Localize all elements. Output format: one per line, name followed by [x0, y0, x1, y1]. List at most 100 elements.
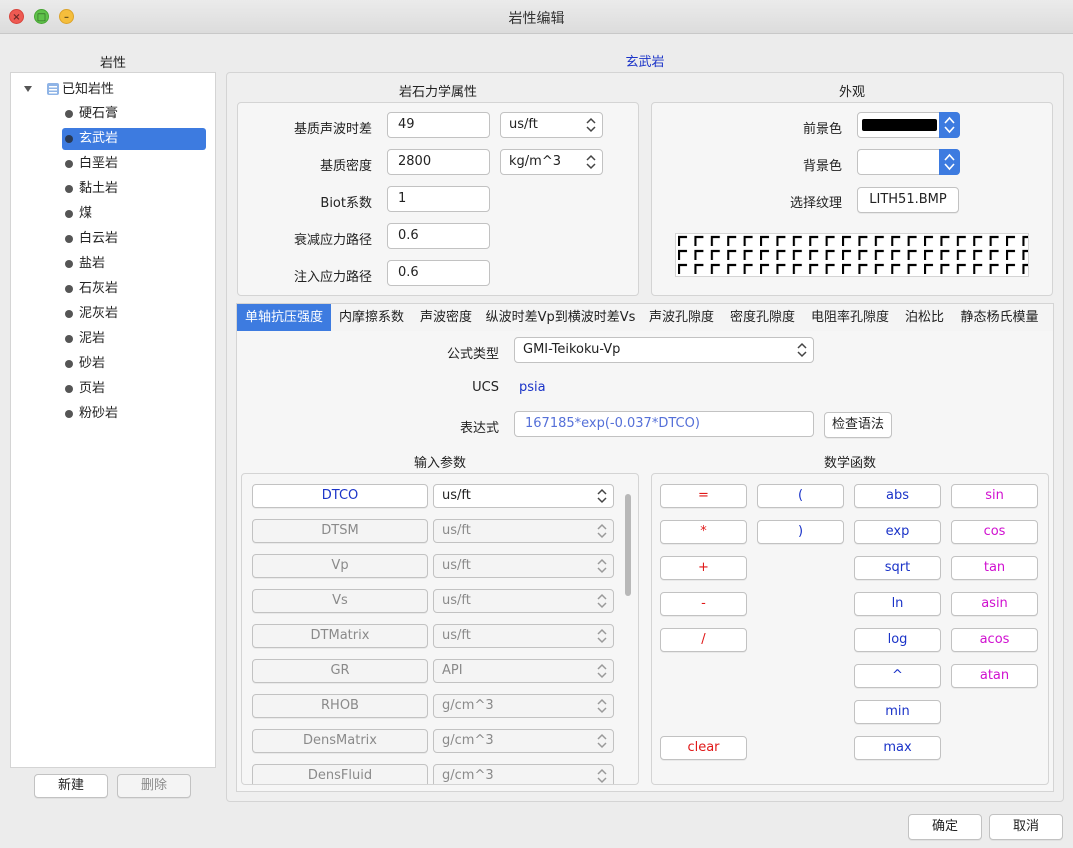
bullet-icon — [65, 235, 73, 243]
math-function-button[interactable]: exp — [854, 520, 941, 544]
tree-item[interactable]: 页岩 — [62, 378, 202, 400]
param-unit-select[interactable]: g/cm^3 — [433, 764, 614, 784]
math-function-button[interactable]: ^ — [854, 664, 941, 688]
math-function-button[interactable]: ( — [757, 484, 844, 508]
math-function-button[interactable]: ) — [757, 520, 844, 544]
tree-item[interactable]: 粉砂岩 — [62, 403, 202, 425]
param-name-button[interactable]: Vp — [252, 554, 428, 578]
formula-type-select[interactable]: GMI-Teikoku-Vp — [514, 337, 814, 363]
input-params-panel[interactable]: DTCO us/ft DTSM us/ft Vp us/ft Vs us/ft DTMatrix… — [241, 473, 639, 785]
math-function-button[interactable]: cos — [951, 520, 1038, 544]
foreground-color-picker[interactable] — [857, 112, 960, 138]
expression-input[interactable]: 167185*exp(-0.037*DTCO) — [514, 411, 814, 437]
tab[interactable]: 内摩擦系数 — [331, 304, 412, 331]
tree-expand-arrow-icon[interactable] — [23, 83, 33, 93]
param-name-button[interactable]: DTSM — [252, 519, 428, 543]
texture-select-button[interactable]: LITH51.BMP — [857, 187, 959, 213]
param-unit-select[interactable]: us/ft — [433, 519, 614, 543]
ucs-unit-value: psia — [519, 380, 546, 395]
math-function-button[interactable]: max — [854, 736, 941, 760]
input-params-scrollbar[interactable] — [625, 494, 631, 596]
param-unit-select[interactable]: us/ft — [433, 589, 614, 613]
tab[interactable]: 声波孔隙度 — [641, 304, 722, 331]
math-function-button[interactable]: = — [660, 484, 747, 508]
math-function-button[interactable]: sqrt — [854, 556, 941, 580]
param-unit-select[interactable]: us/ft — [433, 484, 614, 508]
tab[interactable]: 电阻率孔隙度 — [803, 304, 897, 331]
background-color-label: 背景色 — [802, 159, 842, 174]
list-folder-icon — [46, 82, 60, 96]
updown-chevron-icon — [597, 592, 607, 610]
tree-item[interactable]: 煤 — [62, 203, 202, 225]
tree-item[interactable]: 白云岩 — [62, 228, 202, 250]
matrix-density-input[interactable]: 2800 — [387, 149, 490, 175]
matrix-dt-input[interactable]: 49 — [387, 112, 490, 138]
math-function-button[interactable]: abs — [854, 484, 941, 508]
texture-preview — [675, 233, 1029, 277]
tree-item[interactable]: 黏土岩 — [62, 178, 202, 200]
param-unit-select[interactable]: API — [433, 659, 614, 683]
tab[interactable]: 单轴抗压强度 — [237, 304, 331, 331]
param-name-button[interactable]: DTMatrix — [252, 624, 428, 648]
param-name-button[interactable]: Vs — [252, 589, 428, 613]
delete-button[interactable]: 删除 — [117, 774, 191, 798]
math-function-button[interactable]: atan — [951, 664, 1038, 688]
lithology-name: 玄武岩 — [625, 55, 665, 70]
input-params-title: 输入参数 — [413, 456, 466, 471]
tab[interactable]: 密度孔隙度 — [722, 304, 803, 331]
tree-item[interactable]: 盐岩 — [62, 253, 202, 275]
ok-button[interactable]: 确定 — [908, 814, 982, 840]
tab[interactable]: 泊松比 — [897, 304, 952, 331]
math-function-button[interactable]: sin — [951, 484, 1038, 508]
param-unit-select[interactable]: g/cm^3 — [433, 729, 614, 753]
math-function-button[interactable]: * — [660, 520, 747, 544]
param-name-button[interactable]: DTCO — [252, 484, 428, 508]
tab[interactable]: 纵波时差Vp到横波时差Vs — [480, 304, 641, 331]
math-function-button[interactable]: min — [854, 700, 941, 724]
check-syntax-button[interactable]: 检查语法 — [824, 412, 892, 438]
biot-input[interactable]: 1 — [387, 186, 490, 212]
background-color-swatch — [862, 156, 937, 168]
matrix-dt-unit-select[interactable]: us/ft — [500, 112, 603, 138]
tree-item[interactable]: 泥岩 — [62, 328, 202, 350]
depletion-stress-path-input[interactable]: 0.6 — [387, 223, 490, 249]
math-function-button[interactable]: clear — [660, 736, 747, 760]
bullet-icon — [65, 135, 73, 143]
param-name-button[interactable]: DensMatrix — [252, 729, 428, 753]
math-function-button[interactable]: / — [660, 628, 747, 652]
param-unit-select[interactable]: us/ft — [433, 624, 614, 648]
updown-chevron-icon — [597, 627, 607, 645]
bullet-icon — [65, 185, 73, 193]
updown-chevron-icon — [586, 153, 596, 171]
tab[interactable]: 静态杨氏模量 — [952, 304, 1047, 331]
tree-item-label: 硬石膏 — [79, 106, 119, 121]
math-function-button[interactable]: tan — [951, 556, 1038, 580]
tree-item[interactable]: 砂岩 — [62, 353, 202, 375]
math-function-button[interactable]: asin — [951, 592, 1038, 616]
tree-item-label: 黏土岩 — [79, 181, 119, 196]
bullet-icon — [65, 360, 73, 368]
tab[interactable]: 声波密度 — [412, 304, 480, 331]
tree-item[interactable]: 玄武岩 — [62, 128, 206, 150]
background-color-picker[interactable] — [857, 149, 960, 175]
tree-root-label[interactable]: 已知岩性 — [62, 79, 114, 101]
tree-item[interactable]: 泥灰岩 — [62, 303, 202, 325]
tree-item[interactable]: 硬石膏 — [62, 103, 202, 125]
math-function-button[interactable]: + — [660, 556, 747, 580]
param-name-button[interactable]: RHOB — [252, 694, 428, 718]
injection-stress-path-input[interactable]: 0.6 — [387, 260, 490, 286]
tree-item[interactable]: 白垩岩 — [62, 153, 202, 175]
param-unit-select[interactable]: us/ft — [433, 554, 614, 578]
math-function-button[interactable]: - — [660, 592, 747, 616]
param-name-button[interactable]: GR — [252, 659, 428, 683]
updown-chevron-icon — [597, 522, 607, 540]
matrix-density-unit-select[interactable]: kg/m^3 — [500, 149, 603, 175]
math-function-button[interactable]: log — [854, 628, 941, 652]
param-unit-select[interactable]: g/cm^3 — [433, 694, 614, 718]
tree-item[interactable]: 石灰岩 — [62, 278, 202, 300]
math-function-button[interactable]: ln — [854, 592, 941, 616]
math-function-button[interactable]: acos — [951, 628, 1038, 652]
new-button[interactable]: 新建 — [34, 774, 108, 798]
param-name-button[interactable]: DensFluid — [252, 764, 428, 784]
cancel-button[interactable]: 取消 — [989, 814, 1063, 840]
